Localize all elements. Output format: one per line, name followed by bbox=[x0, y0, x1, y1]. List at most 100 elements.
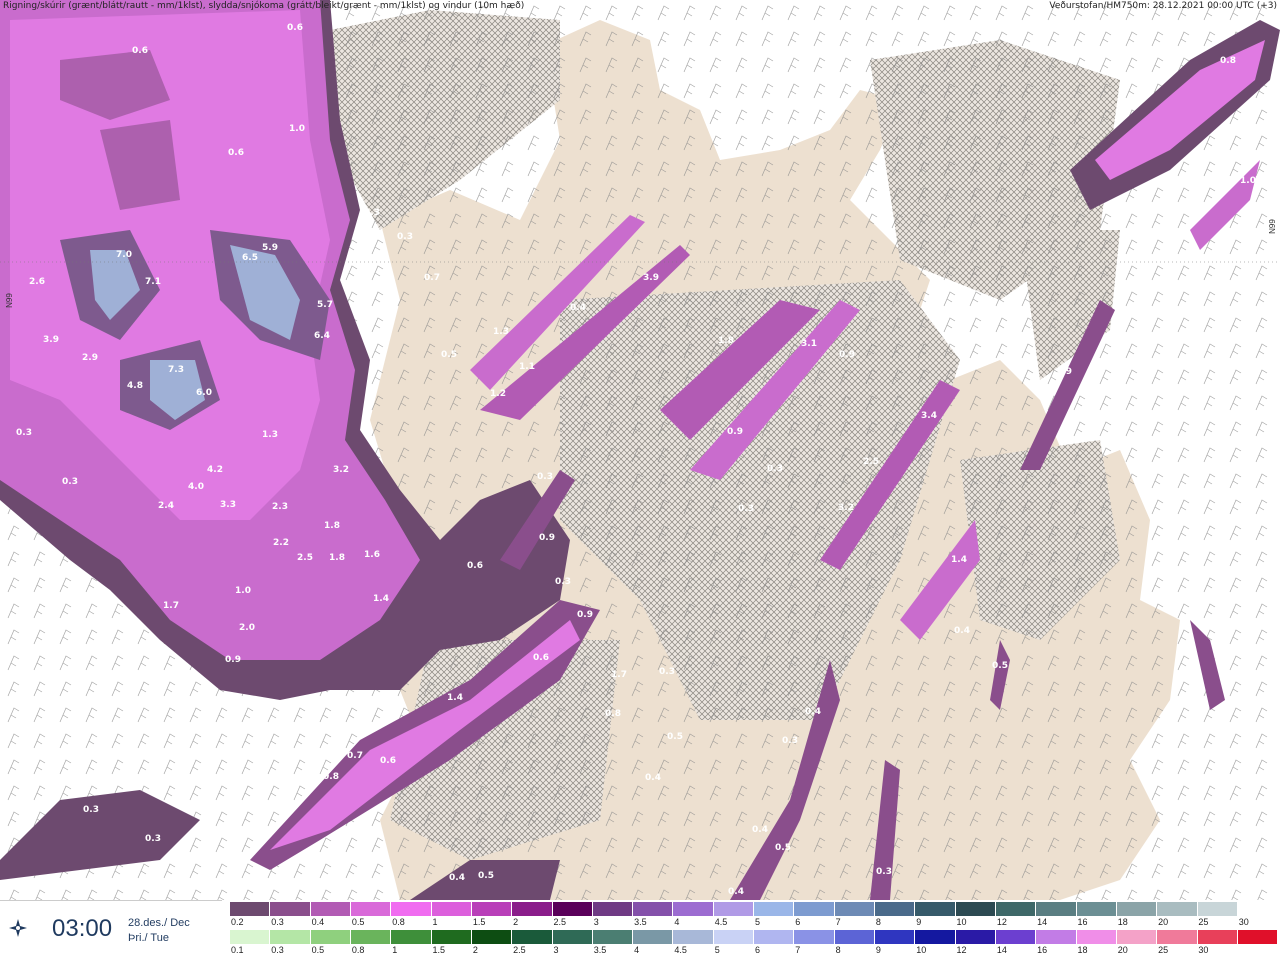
precip-value-label: 0.5 bbox=[775, 843, 791, 853]
legend-swatch bbox=[230, 902, 271, 916]
precip-value-label: 0.3 bbox=[397, 232, 413, 242]
precip-value-label: 4.8 bbox=[127, 381, 143, 391]
legend-label: 3.5 bbox=[593, 945, 607, 955]
legend-swatch bbox=[310, 902, 351, 916]
legend-swatch bbox=[552, 930, 593, 944]
legend-label: 0.8 bbox=[351, 945, 365, 955]
precip-value-label: 0.3 bbox=[62, 477, 78, 487]
legend-label: 0.8 bbox=[392, 917, 405, 927]
legend-label: 4 bbox=[634, 945, 640, 955]
legend-label: 6 bbox=[795, 917, 801, 927]
precip-value-label: 1.1 bbox=[519, 362, 535, 372]
legend-label: 6 bbox=[755, 945, 761, 955]
legend-label: 2.5 bbox=[513, 945, 526, 955]
precip-value-label: 7.0 bbox=[116, 250, 132, 260]
precip-value-label: 2.9 bbox=[82, 353, 98, 363]
legend-label: 12 bbox=[996, 917, 1007, 927]
legend-label: 20 bbox=[1158, 917, 1169, 927]
precip-value-label: 2.5 bbox=[863, 457, 879, 467]
latitude-label-right: N99 bbox=[1267, 219, 1277, 234]
legend-label: 5 bbox=[714, 945, 720, 955]
legend-label: 0.5 bbox=[351, 917, 365, 927]
precip-value-label: 7.1 bbox=[145, 277, 161, 287]
legend-swatch bbox=[633, 902, 674, 916]
legend-swatch bbox=[754, 930, 795, 944]
snow-color-scale bbox=[230, 902, 1279, 916]
precip-value-label: 1.7 bbox=[611, 670, 627, 680]
precip-value-label: 0.6 bbox=[287, 23, 303, 33]
legend-label: 25 bbox=[1198, 917, 1209, 927]
legend-label: 0.5 bbox=[311, 945, 325, 955]
precip-value-label: 1.4 bbox=[951, 555, 967, 565]
legend-swatch bbox=[834, 902, 875, 916]
precip-value-label: 0.6 bbox=[467, 561, 483, 571]
precip-value-label: 0.4 bbox=[805, 707, 821, 717]
weather-map: 0.6 0.6 1.0 0.6 7.0 2.6 7.1 3.9 2.9 5.9 6.5 5.7 6.4 7… bbox=[0, 0, 1280, 900]
precip-value-label: 4.2 bbox=[207, 465, 223, 475]
legend-swatch bbox=[754, 902, 795, 916]
legend-label: 1 bbox=[432, 917, 438, 927]
precip-value-label: 0.4 bbox=[645, 773, 661, 783]
precip-value-label: 5.7 bbox=[317, 300, 333, 310]
legend-swatch bbox=[1076, 930, 1117, 944]
legend-label: 0.3 bbox=[271, 917, 284, 927]
precip-value-label: 1.2 bbox=[490, 389, 506, 399]
precip-value-label: 1.6 bbox=[364, 550, 380, 560]
forecast-weekday: Þri./ Tue bbox=[128, 932, 169, 944]
legend-label: 30 bbox=[1238, 917, 1249, 927]
precip-value-label: 0.3 bbox=[555, 577, 571, 587]
legend-label: 7 bbox=[835, 917, 841, 927]
precip-value-label: 6.5 bbox=[242, 253, 258, 263]
precip-value-label: 0.7 bbox=[424, 273, 440, 283]
precip-value-label: 7.3 bbox=[168, 365, 184, 375]
legend-swatch bbox=[713, 930, 755, 944]
legend-swatch bbox=[1197, 902, 1238, 916]
precip-value-label: 3.3 bbox=[220, 500, 236, 510]
precip-value-label: 3.2 bbox=[838, 503, 854, 513]
precip-value-label: 2.5 bbox=[297, 553, 313, 563]
legend-label: 0.3 bbox=[271, 945, 284, 955]
legend-swatch bbox=[995, 902, 1037, 916]
precip-value-label: 0.4 bbox=[752, 825, 768, 835]
legend-swatch bbox=[955, 902, 996, 916]
legend-label: 3 bbox=[593, 917, 599, 927]
precip-value-label: 1.8 bbox=[329, 553, 345, 563]
precip-value-label: 3.9 bbox=[643, 273, 659, 283]
latitude-label-left: N99 bbox=[4, 293, 14, 308]
legend-swatch bbox=[350, 902, 392, 916]
precip-value-label: 0.4 bbox=[1125, 203, 1141, 213]
map-title: Rigning/skúrir (grænt/blátt/rautt - mm/1… bbox=[3, 1, 525, 11]
legend-label: 4.5 bbox=[674, 945, 687, 955]
legend-swatch bbox=[592, 930, 634, 944]
legend-label: 16 bbox=[1077, 917, 1088, 927]
precip-value-label: 5.9 bbox=[262, 243, 278, 253]
precip-value-label: 2.9 bbox=[1056, 367, 1072, 377]
precipitation-legend: 0.2 0.3 0.4 0.5 0.8 1 1.5 2 2.5 3 3.5 4 4.5 5 6 7 8 9 10 12… bbox=[228, 900, 1280, 958]
legend-swatch bbox=[1237, 930, 1279, 944]
precip-value-label: 2.0 bbox=[239, 623, 255, 633]
precip-value-label: 0.3 bbox=[537, 472, 553, 482]
precip-value-label: 1.4 bbox=[447, 693, 463, 703]
legend-label: 2.5 bbox=[553, 917, 566, 927]
precip-value-label: 2.3 bbox=[272, 502, 288, 512]
legend-swatch bbox=[955, 930, 996, 944]
precip-value-label: 1.3 bbox=[493, 327, 509, 337]
forecast-date: 28.des./ Dec bbox=[128, 917, 190, 929]
precip-value-label: 0.5 bbox=[992, 661, 1008, 671]
rain-color-scale bbox=[230, 930, 1279, 944]
legend-label: 5 bbox=[755, 917, 761, 927]
model-run-info: Veðurstofan/HM750m: 28.12.2021 00:00 UTC… bbox=[1049, 1, 1277, 11]
legend-label: 0.2 bbox=[231, 917, 244, 927]
precip-value-label: 2.4 bbox=[158, 501, 174, 511]
legend-label: 8 bbox=[835, 945, 841, 955]
legend-swatch bbox=[633, 930, 674, 944]
precip-value-label: 0.8 bbox=[1220, 56, 1236, 66]
legend-label: 10 bbox=[956, 917, 967, 927]
precip-value-label: 0.7 bbox=[347, 751, 363, 761]
precip-value-label: 1.7 bbox=[163, 601, 179, 611]
legend-swatch bbox=[310, 930, 351, 944]
legend-swatch bbox=[915, 930, 956, 944]
legend-swatch bbox=[875, 902, 916, 916]
precip-value-label: 0.4 bbox=[570, 303, 586, 313]
precip-value-label: 0.3 bbox=[738, 504, 754, 514]
